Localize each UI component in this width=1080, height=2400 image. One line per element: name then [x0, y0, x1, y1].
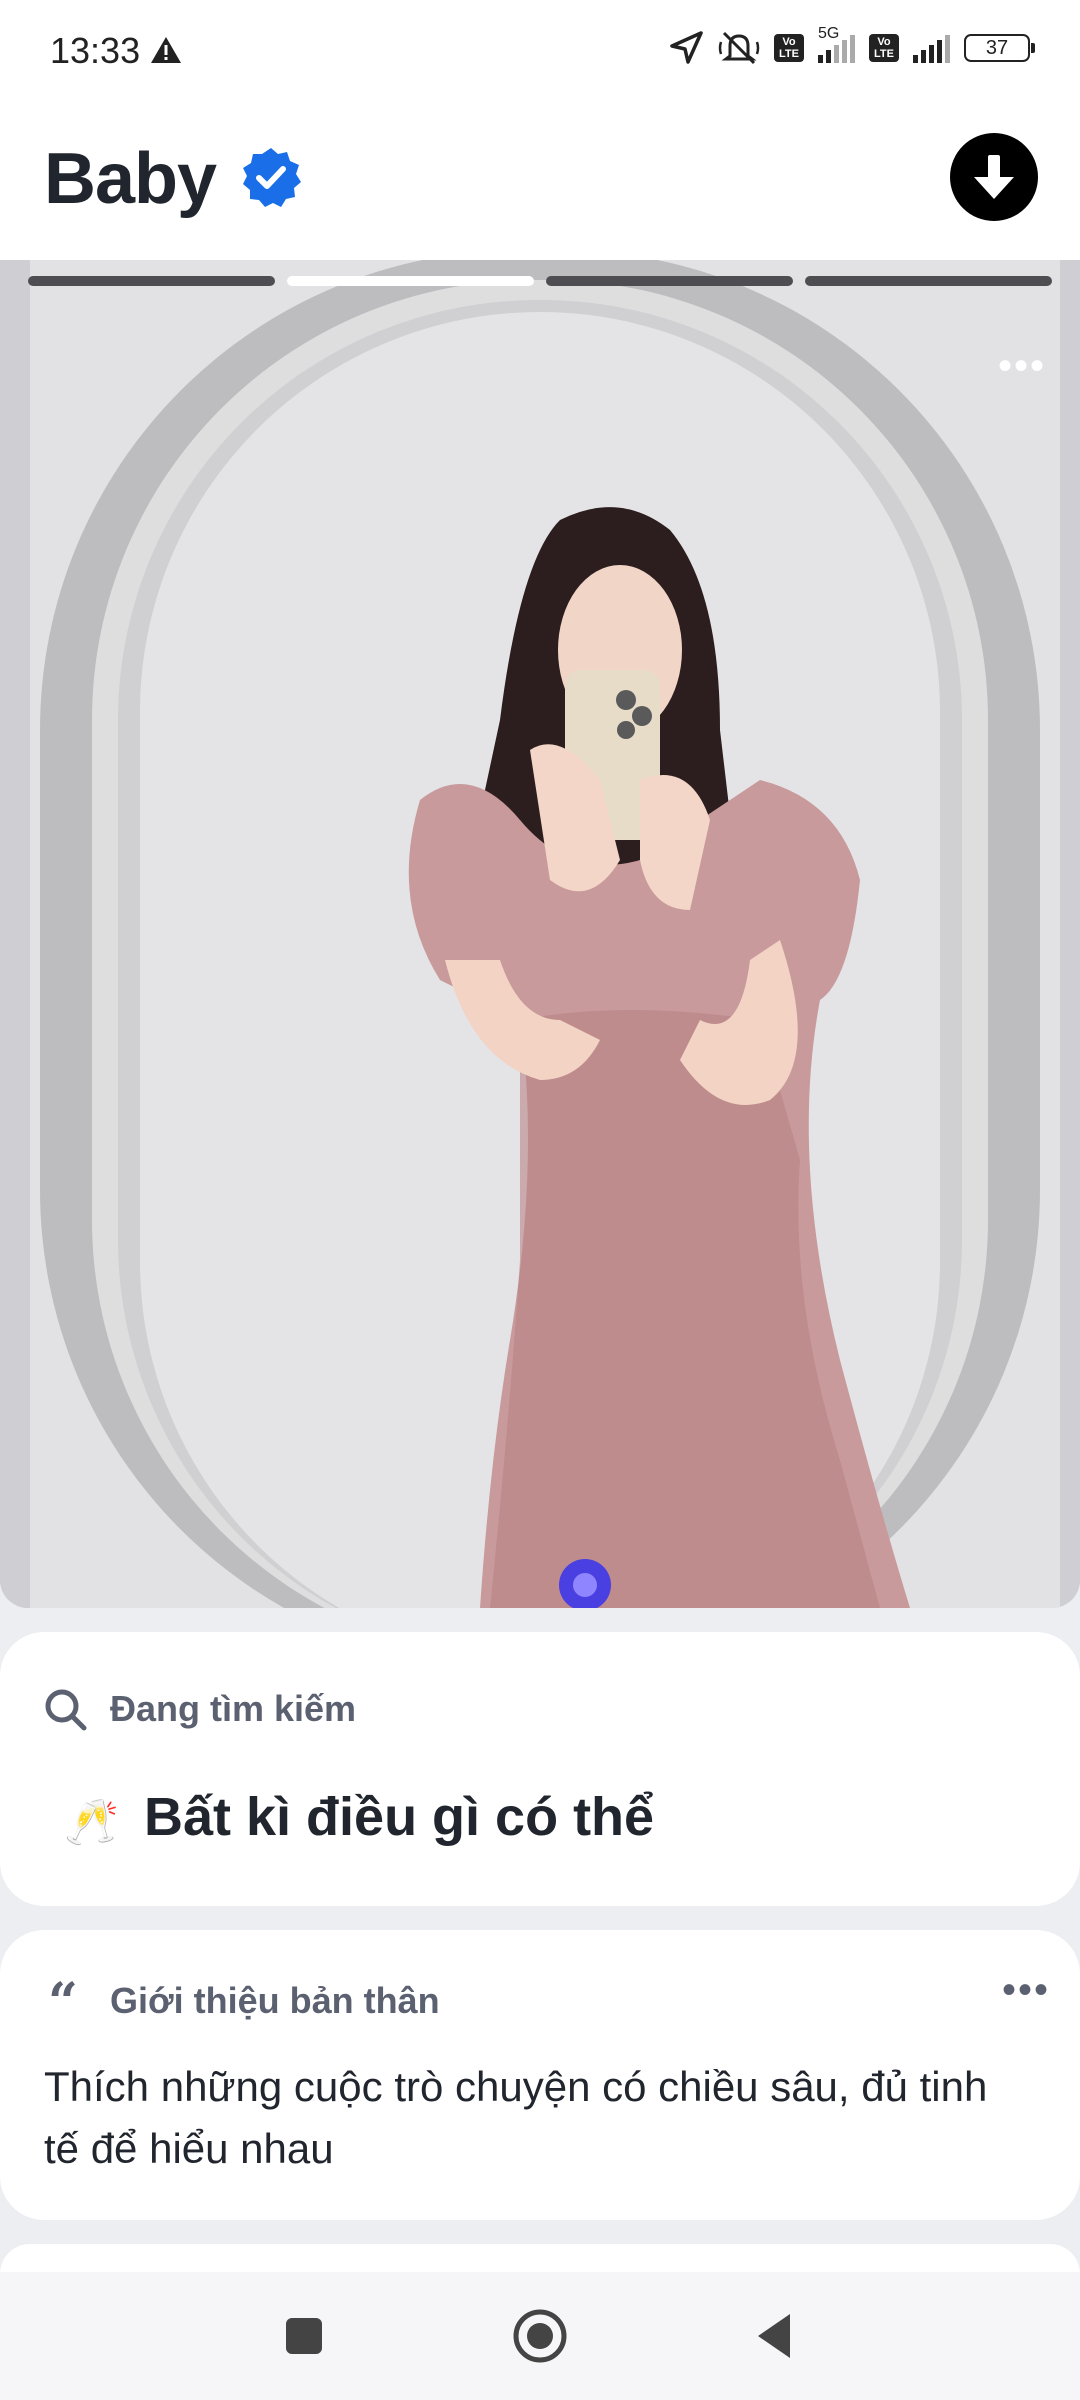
photo-more-dots-icon[interactable]: •••: [998, 346, 1046, 386]
back-triangle-icon: [758, 2314, 790, 2358]
status-time: 13:33: [50, 30, 141, 71]
status-icons: Vo LTE 5G Vo LTE 37: [668, 25, 1035, 66]
search-icon: [45, 1689, 87, 1731]
photo-progress-bar: [28, 276, 1052, 286]
mute-bell-icon: [718, 31, 760, 65]
photo-progress-segment: [546, 276, 793, 286]
volte-badge: Vo LTE: [774, 34, 804, 62]
volte-badge-2: Vo LTE: [869, 34, 899, 62]
network-5g-label: 5G: [818, 25, 840, 42]
photo-progress-segment: [805, 276, 1052, 286]
photo-progress-segment: [28, 276, 275, 286]
location-arrow-icon: [670, 31, 703, 64]
photo-image: [0, 260, 1080, 1608]
profile-header: Baby: [0, 100, 1080, 260]
signal-bars-icon-2: [913, 33, 950, 63]
home-circle-icon: [513, 2309, 567, 2363]
status-bar: 13:33 Vo LTE 5G Vo LTE 37: [0, 0, 1080, 100]
signal-5g: 5G: [818, 25, 855, 63]
download-button[interactable]: [950, 133, 1038, 221]
square-icon: [286, 2318, 322, 2354]
volte-label-2: Vo LTE: [874, 36, 894, 60]
cheers-emoji-icon: 🥂: [64, 1798, 119, 1847]
battery-indicator: 37: [964, 34, 1035, 62]
looking-for-value: Bất kì điều gì có thể: [144, 1787, 655, 1847]
looking-for-label: Đang tìm kiếm: [110, 1688, 357, 1729]
bio-card: “ Giới thiệu bản thân ••• Thích những cu…: [0, 1930, 1080, 2220]
arrow-down-icon: [974, 155, 1014, 199]
verified-badge-icon: [243, 148, 301, 207]
bio-more-dots-icon[interactable]: •••: [1002, 1968, 1050, 2013]
bio-label: Giới thiệu bản thân: [110, 1980, 440, 2021]
profile-photo[interactable]: •••: [0, 260, 1080, 1608]
quote-icon: “: [48, 1972, 78, 2033]
profile-name: Baby: [44, 139, 217, 219]
back-button[interactable]: [746, 2306, 806, 2366]
recents-button[interactable]: [274, 2306, 334, 2366]
home-button[interactable]: [510, 2306, 570, 2366]
bio-text: Thích những cuộc trò chuyện có chiều sâu…: [44, 2063, 988, 2172]
warning-icon: [151, 37, 181, 63]
system-nav-bar: [0, 2272, 1080, 2400]
looking-for-card: Đang tìm kiếm 🥂 Bất kì điều gì có thể: [0, 1632, 1080, 1906]
photo-progress-segment-active: [287, 276, 534, 286]
battery-level: 37: [985, 37, 1009, 59]
volte-label: Vo LTE: [779, 36, 799, 60]
